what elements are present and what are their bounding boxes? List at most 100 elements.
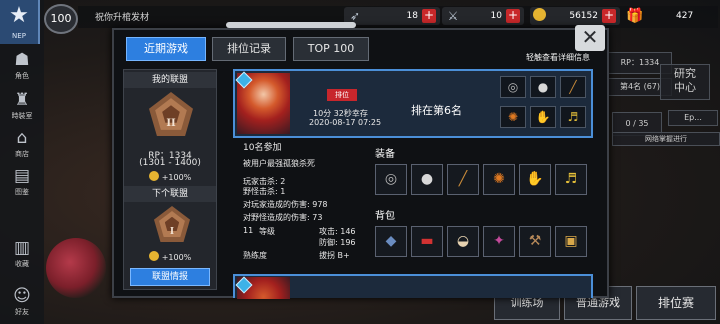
tier-roman: II: [166, 118, 176, 129]
level-value: 11: [243, 226, 254, 235]
orb-icon[interactable]: ✺: [483, 164, 515, 195]
nav-item-friends[interactable]: ☺ 好友: [2, 284, 42, 324]
tab-ranked-records[interactable]: 排位记录: [212, 37, 286, 61]
placement: 排在第6名: [411, 104, 462, 117]
proficiency-label: 熟练度: [243, 251, 267, 260]
player-title: 祝你升棺发材: [95, 13, 150, 23]
add-coin-button[interactable]: +: [602, 9, 616, 23]
next-league-bonus: +100%: [124, 251, 216, 262]
ring-icon[interactable]: ◎: [375, 164, 407, 195]
coin-icon: [530, 7, 552, 25]
tab-top-100[interactable]: TOP 100: [293, 37, 369, 61]
nav-item-collection[interactable]: ▤ 图鉴: [2, 164, 42, 204]
resource-coin: 56152 +: [530, 7, 620, 25]
book-icon: ▥: [13, 238, 31, 258]
league-panel: 我的联盟 II RP：1334 (1301 - 1400) +100% 下个联盟…: [123, 69, 217, 290]
league-bonus: +100%: [124, 171, 216, 182]
nav-item-wardrobe[interactable]: ♜ 時裝室: [2, 88, 42, 128]
resource-value: 56152: [569, 11, 598, 21]
damage-to-monsters: 对野怪造成的伤害: 73: [243, 213, 323, 222]
resource-value: 10: [490, 11, 502, 21]
player-level-badge[interactable]: 100: [44, 4, 78, 34]
gauntlet-icon[interactable]: ✋: [519, 164, 551, 195]
attack-stat: 攻击: 146: [319, 227, 356, 236]
equipment-title: 装备: [375, 149, 395, 160]
resource-value: 18: [406, 11, 418, 21]
league-range: (1301 - 1400): [139, 158, 201, 168]
flower-decoration: [46, 238, 106, 298]
nav-label: 收藏: [15, 260, 29, 268]
scroll-icon[interactable]: ▣: [555, 226, 587, 257]
match-details: 10名参加 被用户最强孤狼杀死 玩家击杀: 2 野怪击杀: 1 对玩家造成的伤害…: [233, 140, 593, 270]
league-info-button[interactable]: 联盟情报: [130, 268, 210, 286]
nav-label: 角色: [15, 72, 29, 80]
resource-feather: ➶ 18 +: [344, 7, 440, 25]
nav-item-character[interactable]: ☗ 角色: [2, 48, 42, 88]
lighter-icon[interactable]: ▬: [411, 226, 443, 257]
gauntlet-icon: ✋: [530, 106, 556, 128]
nav-item-book[interactable]: ▥ 收藏: [2, 236, 42, 276]
gift-icon[interactable]: 🎁: [624, 6, 646, 26]
bonus-value: +100%: [161, 173, 192, 182]
horn-icon: ♬: [560, 106, 586, 128]
nav-label: 商店: [15, 150, 29, 158]
add-feather-button[interactable]: +: [422, 9, 436, 23]
friends-icon: ☺: [13, 286, 31, 306]
league-emblem-bronze-ii: II: [149, 92, 193, 136]
proficiency-value: 拔拐 B+: [319, 251, 350, 260]
character-icon: ☗: [14, 50, 30, 70]
ring-icon: ◎: [500, 76, 526, 98]
coin-icon: [148, 251, 159, 261]
collection-icon: ▤: [13, 166, 31, 186]
damage-to-players: 对玩家造成的伤害: 978: [243, 200, 328, 209]
participants: 10名参加: [243, 143, 282, 153]
tab-recent-games[interactable]: 近期游戏: [126, 37, 206, 61]
coin-icon: [148, 171, 159, 181]
bullet-icon: ●: [530, 76, 556, 98]
stone-icon[interactable]: ◆: [375, 226, 407, 257]
star-icon: ★: [9, 3, 29, 28]
bowl-icon[interactable]: ◒: [447, 226, 479, 257]
level-label: 等级: [259, 227, 275, 236]
modal-drag-handle[interactable]: [226, 22, 356, 28]
bullet-icon[interactable]: ●: [411, 164, 443, 195]
shop-icon: ⌂: [16, 128, 28, 148]
dagger-icon: ⚔: [447, 9, 459, 23]
tier-roman: I: [169, 227, 175, 237]
match-date: 2020-08-17 07:25: [309, 118, 382, 127]
gift-count: 427: [676, 11, 694, 21]
orb-icon: ✺: [500, 106, 526, 128]
nav-label: NEP: [12, 32, 26, 40]
add-dagger-button[interactable]: +: [506, 9, 520, 23]
nav-label: 图鉴: [15, 188, 29, 196]
mode-badge: 排位: [327, 89, 357, 101]
potion-icon[interactable]: ✦: [483, 226, 515, 257]
killed-by: 被用户最强孤狼杀死: [243, 159, 315, 168]
left-nav: ★ NEP ☗ 角色 ♜ 時裝室 ⌂ 商店 ▤ 图鉴 ▥ 收藏 ☺ 好友: [0, 0, 44, 324]
detail-hint: 轻触查看详细信息: [526, 53, 590, 62]
close-icon: ✕: [581, 25, 599, 49]
wardrobe-icon: ♜: [14, 90, 30, 110]
nav-label: 好友: [15, 308, 29, 316]
horn-icon[interactable]: ♬: [555, 164, 587, 195]
defense-stat: 防御: 196: [319, 238, 356, 247]
bg-event[interactable]: Ep...: [668, 110, 718, 126]
match-card-next[interactable]: [233, 274, 593, 299]
resource-dagger: ⚔ 10 +: [442, 7, 524, 25]
league-emblem-bronze-i: I: [154, 206, 190, 242]
nav-label: 時裝室: [11, 112, 33, 120]
nav-item-shop[interactable]: ⌂ 商店: [2, 126, 42, 166]
wand-icon[interactable]: ╱: [447, 164, 479, 195]
monster-kills: 野怪击杀: 1: [243, 187, 286, 196]
ranked-game-button[interactable]: 排位赛: [636, 286, 716, 320]
next-league-title: 下个联盟: [124, 186, 216, 202]
bag-title: 背包: [375, 211, 395, 222]
background-right-panel: RP：1334 第4名 (67) 研究 中心 0 / 35 Ep... 网络掌握…: [604, 36, 720, 324]
pickaxe-icon[interactable]: ⚒: [519, 226, 551, 257]
wand-icon: ╱: [560, 76, 586, 98]
close-button[interactable]: ✕: [575, 25, 605, 51]
research-center-button[interactable]: 研究 中心: [660, 64, 710, 100]
match-card[interactable]: 排位 10分 32秒幸存 2020-08-17 07:25 排在第6名 ◎ ● …: [233, 69, 593, 138]
nav-item-nep[interactable]: ★ NEP: [0, 0, 40, 44]
bonus-value: +100%: [161, 253, 192, 262]
